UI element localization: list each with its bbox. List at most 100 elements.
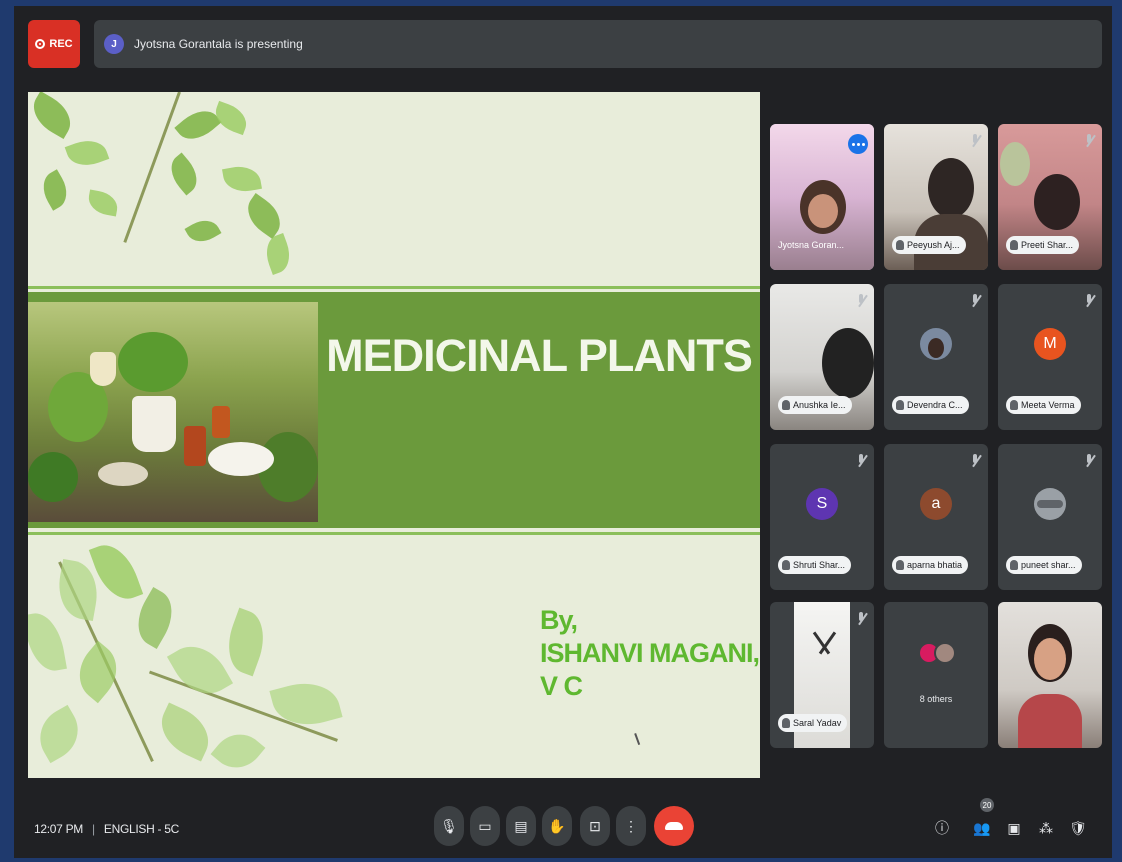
chat-icon: ▣ xyxy=(1007,819,1021,836)
participant-tile[interactable]: Anushka Ie... xyxy=(770,284,874,430)
presenting-banner: J Jyotsna Gorantala is presenting xyxy=(94,20,1102,68)
leaf-decoration xyxy=(28,92,79,139)
muted-mic-icon xyxy=(970,134,980,148)
people-count-badge: 20 xyxy=(980,798,994,812)
participant-name: Peeyush Aj... xyxy=(907,240,960,250)
people-button[interactable]: 👥 xyxy=(972,818,992,838)
oil-jar xyxy=(184,426,206,466)
participant-tile[interactable]: Preeti Shar... xyxy=(998,124,1102,270)
participant-name: Jyotsna Goran... xyxy=(778,240,845,250)
captions-button[interactable]: ▤ xyxy=(506,806,536,846)
participant-name: Devendra C... xyxy=(907,400,963,410)
pin-icon xyxy=(896,400,904,410)
pin-icon xyxy=(1010,240,1018,250)
participant-name: Shruti Shar... xyxy=(793,560,846,570)
host-controls-icon: 🛡 xyxy=(1069,819,1087,836)
participant-name-chip: Peeyush Aj... xyxy=(892,236,966,254)
others-tile[interactable]: 8 others xyxy=(884,602,988,748)
participant-tile[interactable]: S Shruti Shar... xyxy=(770,444,874,590)
participant-tile[interactable]: Jyotsna Goran... xyxy=(770,124,874,270)
person-face xyxy=(808,194,838,228)
plant-in-background xyxy=(1000,142,1030,186)
band-top-line xyxy=(28,286,760,289)
leaf-decoration xyxy=(86,189,120,217)
herb-pot xyxy=(132,396,176,452)
muted-mic-icon xyxy=(856,612,866,626)
separator: | xyxy=(92,822,95,836)
participant-tile[interactable]: M Meeta Verma xyxy=(998,284,1102,430)
leaf-decoration xyxy=(174,102,222,148)
leaf-decoration xyxy=(28,609,67,675)
leaf-decoration xyxy=(152,702,218,762)
pin-icon xyxy=(1010,560,1018,570)
camera-button[interactable]: ▭ xyxy=(470,806,500,846)
by-line: By, xyxy=(540,605,578,635)
participant-name: puneet shar... xyxy=(1021,560,1076,570)
others-count: 8 others xyxy=(919,694,953,704)
presenting-text: Jyotsna Gorantala is presenting xyxy=(134,37,303,51)
info-icon: ⓘ xyxy=(935,820,949,836)
participant-tile[interactable] xyxy=(998,602,1102,748)
participant-name-chip: Devendra C... xyxy=(892,396,969,414)
pin-icon xyxy=(782,560,790,570)
participant-name: Anushka Ie... xyxy=(793,400,846,410)
chat-button[interactable]: ▣ xyxy=(1004,818,1024,838)
recording-indicator[interactable]: REC xyxy=(28,20,80,68)
meeting-code: ENGLISH - 5C xyxy=(103,822,179,836)
mic-button[interactable]: 🎙 xyxy=(434,806,464,846)
person-silhouette xyxy=(822,328,874,398)
meeting-details-button[interactable]: ⓘ xyxy=(932,818,952,838)
pin-icon xyxy=(782,718,790,728)
muted-mic-icon xyxy=(970,294,980,308)
speaking-indicator-icon xyxy=(848,134,868,154)
profile-face xyxy=(928,338,944,358)
participant-name-chip: aparna bhatia xyxy=(892,556,969,574)
author-class: V C xyxy=(540,671,583,701)
person-silhouette xyxy=(1034,174,1080,230)
participant-tile[interactable]: Saral Yadav xyxy=(770,602,874,748)
participant-tile[interactable]: Devendra C... xyxy=(884,284,988,430)
host-controls-button[interactable]: 🛡 xyxy=(1068,818,1088,838)
participant-tile[interactable]: a aparna bhatia xyxy=(884,444,988,590)
participant-name-chip: Meeta Verma xyxy=(1006,396,1081,414)
raise-hand-button[interactable]: ✋ xyxy=(542,806,572,846)
profile-photo xyxy=(1034,488,1066,520)
participant-name: Preeti Shar... xyxy=(1021,240,1074,250)
leaf-decoration xyxy=(29,704,89,764)
participant-name-chip: puneet shar... xyxy=(1006,556,1082,574)
leaf-decoration xyxy=(269,674,343,734)
pin-icon xyxy=(782,400,790,410)
leaf-decoration xyxy=(184,213,222,249)
participant-name: Meeta Verma xyxy=(1021,400,1075,410)
letter-avatar: S xyxy=(806,488,838,520)
more-options-button[interactable]: ⋮ xyxy=(616,806,646,846)
oil-bottle xyxy=(90,352,116,386)
letter-avatar: M xyxy=(1034,328,1066,360)
letter-avatar: a xyxy=(920,488,952,520)
presentation-slide: MEDICINAL PLANTS By, ISHANVI MAGANI, V C xyxy=(28,92,760,778)
other-avatar xyxy=(934,642,956,664)
oil-jar xyxy=(212,406,230,438)
participant-name-chip: Anushka Ie... xyxy=(778,396,852,414)
herb-foliage xyxy=(28,452,78,502)
activities-button[interactable]: ⁂ xyxy=(1036,818,1056,838)
leaf-decoration xyxy=(222,163,262,195)
meeting-info: 12:07 PM | ENGLISH - 5C xyxy=(34,822,179,836)
muted-mic-icon xyxy=(970,454,980,468)
muted-mic-icon xyxy=(1084,134,1094,148)
camera-icon: ▭ xyxy=(478,817,492,834)
pin-icon xyxy=(1010,400,1018,410)
participant-tile[interactable]: puneet shar... xyxy=(998,444,1102,590)
person-face xyxy=(1034,638,1066,680)
raise-hand-icon: ✋ xyxy=(548,817,566,834)
participant-tile[interactable]: Peeyush Aj... xyxy=(884,124,988,270)
leave-call-button[interactable] xyxy=(654,806,694,846)
leaf-decoration xyxy=(210,100,252,136)
present-button[interactable]: ⊡ xyxy=(580,806,610,846)
leaf-decoration xyxy=(163,152,205,196)
present-icon: ⊡ xyxy=(589,817,601,834)
leaf-decoration xyxy=(36,169,74,211)
leaf-decoration xyxy=(260,232,296,276)
record-icon xyxy=(35,39,46,49)
herbs-photo xyxy=(28,302,318,522)
